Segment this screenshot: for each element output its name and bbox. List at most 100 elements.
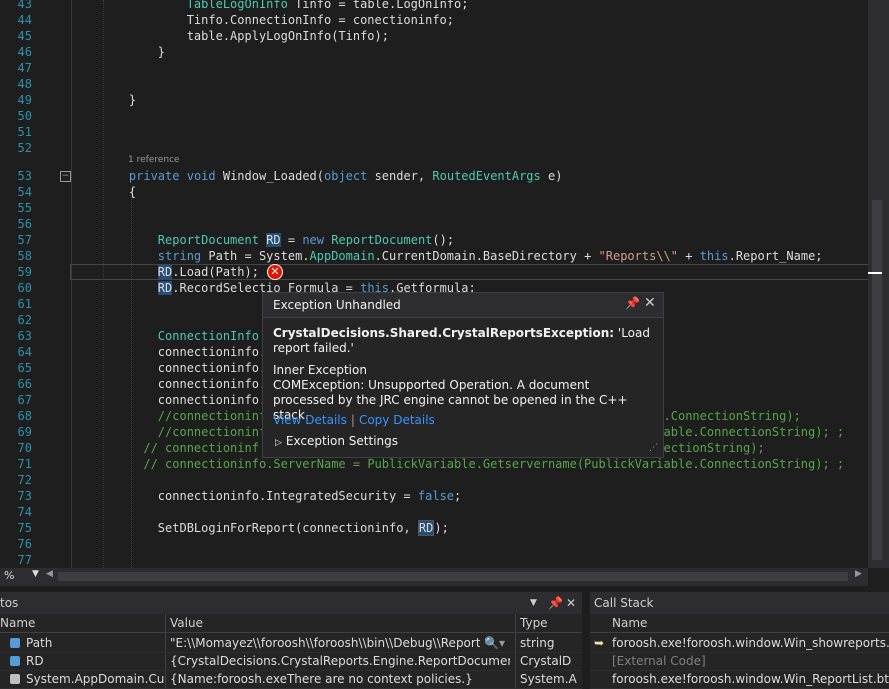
line-number: 52 [17,141,32,155]
code-text[interactable]: // connectioninfo.ServerName = PublickVa… [100,456,844,472]
pin-icon[interactable]: 📌 [625,296,640,310]
code-text[interactable]: connectioninfo.U [100,360,274,376]
row-name: Path [10,634,160,652]
exception-links: View Details | Copy Details [273,413,435,427]
search-icon[interactable]: 🔍▾ [484,634,505,652]
resize-grip-icon[interactable]: ⋰ [649,443,658,453]
close-icon[interactable]: ✕ [644,295,656,311]
collapse-toggle-icon[interactable]: − [60,171,71,182]
code-text[interactable]: connectioninfo.I [100,376,274,392]
table-row[interactable]: Path "E:\\Momayez\\foroosh\\foroosh\\bin… [0,634,582,653]
code-editor[interactable]: − 1 reference 43 TableLogOnInfo Tinfo = … [0,0,868,568]
line-number: 60 [17,281,32,295]
stack-frame: foroosh.exe!foroosh.window.Win_ReportLis… [612,672,889,686]
pin-icon[interactable]: 📌 [548,592,563,614]
outline-margin [71,0,72,568]
exception-type: CrystalDecisions.Shared.CrystalReportsEx… [273,326,615,340]
code-text[interactable]: RD.Load(Path); [100,264,259,280]
row-type: System.A [520,672,577,686]
autos-title: tos [0,596,19,610]
list-item[interactable]: ➥ foroosh.exe!foroosh.window.Win_showrep… [590,634,889,653]
table-row[interactable]: System.AppDomain.Curre {Name:foroosh.exe… [0,670,582,689]
code-text[interactable]: private void Window_Loaded(object sender… [100,168,563,184]
line-number: 74 [17,505,32,519]
list-item[interactable]: [External Code] [590,652,889,671]
chevron-down-icon[interactable]: ▼ [32,569,39,579]
column-header-name[interactable]: Name [0,614,35,632]
row-value[interactable]: {CrystalDecisions.CrystalReports.Engine.… [170,652,510,670]
line-number: 76 [17,537,32,551]
code-text[interactable]: string Path = System.AppDomain.CurrentDo… [100,248,823,264]
zoom-level[interactable]: % [4,569,14,582]
line-number: 43 [17,0,32,11]
line-number: 48 [17,77,32,91]
code-text[interactable]: TableLogOnInfo Tinfo = table.LogOnInfo; [100,0,469,12]
line-number: 69 [17,425,32,439]
scrollbar-caret-marker [868,272,882,274]
line-number: 61 [17,297,32,311]
line-number: 47 [17,61,32,75]
autos-header: Name Value Type [0,614,582,633]
column-header-name[interactable]: Name [612,614,647,632]
line-number: 54 [17,185,32,199]
exception-message: CrystalDecisions.Shared.CrystalReportsEx… [273,326,653,356]
code-text[interactable]: table.ApplyLogOnInfo(Tinfo); [100,28,389,44]
line-number: 65 [17,361,32,375]
row-type: string [520,636,555,650]
scroll-right-icon[interactable]: ▶ [855,569,862,579]
line-number: 46 [17,45,32,59]
vertical-scrollbar-thumb[interactable] [872,200,882,560]
line-number: 70 [17,441,32,455]
close-icon[interactable]: ✕ [566,592,576,614]
code-text[interactable]: connectioninfo.C [100,344,274,360]
table-row[interactable]: RD {CrystalDecisions.CrystalReports.Engi… [0,652,582,671]
callstack-panel: Call Stack Name ➥ foroosh.exe!foroosh.wi… [590,592,889,689]
callstack-title: Call Stack [594,596,654,610]
current-frame-arrow-icon: ➥ [594,636,605,650]
line-number: 55 [17,201,32,215]
codelens-reference-hint[interactable]: 1 reference [128,155,180,165]
line-number: 68 [17,409,32,423]
line-number: 72 [17,473,32,487]
view-details-link[interactable]: View Details [273,413,347,427]
exception-popup: Exception Unhandled 📌 ✕ CrystalDecisions… [262,292,664,458]
exception-settings-expander[interactable]: ▷ Exception Settings [275,434,398,448]
link-separator: | [350,413,355,427]
code-text[interactable]: connectioninfo.IntegratedSecurity = fals… [100,488,461,504]
line-number: 59 [17,265,32,279]
editor-status-strip: % ▼ ◀ ▶ [0,568,868,586]
field-icon [10,638,20,648]
chevron-down-icon[interactable]: ▼ [530,592,537,614]
code-text[interactable]: ConnectionInfo [100,328,259,344]
horizontal-scrollbar[interactable] [58,572,848,581]
scroll-left-icon[interactable]: ◀ [46,569,53,579]
line-number: 77 [17,553,32,567]
code-text[interactable]: } [100,92,136,108]
list-item[interactable]: foroosh.exe!foroosh.window.Win_ReportLis… [590,670,889,689]
column-header-value[interactable]: Value [170,614,203,632]
code-text[interactable]: { [100,184,136,200]
row-value[interactable]: "E:\\Momayez\\foroosh\\foroosh\\bin\\Deb… [170,634,480,652]
code-text[interactable]: } [100,44,165,60]
callstack-header: Name [590,614,889,633]
line-number: 53 [17,169,32,183]
line-number: 66 [17,377,32,391]
field-icon [10,656,20,666]
line-number: 57 [17,233,32,247]
exception-popup-title: Exception Unhandled [273,298,401,312]
line-number: 49 [17,93,32,107]
autos-panel: tos ▼ 📌 ✕ Name Value Type Path "E:\\Moma… [0,592,582,689]
line-number: 51 [17,125,32,139]
code-text[interactable]: ReportDocument RD = new ReportDocument()… [100,232,454,248]
property-icon [10,674,20,684]
line-number: 58 [17,249,32,263]
callstack-titlebar: Call Stack [590,592,889,614]
code-text[interactable]: SetDBLoginForReport(connectioninfo, RD); [100,520,449,536]
copy-details-link[interactable]: Copy Details [359,413,435,427]
line-number: 63 [17,329,32,343]
row-value[interactable]: {Name:foroosh.exeThere are no context po… [170,670,510,688]
code-text[interactable]: Tinfo.ConnectionInfo = conectioninfo; [100,12,454,28]
column-header-type[interactable]: Type [520,614,548,632]
code-text[interactable]: connectioninfo.S [100,392,274,408]
error-icon[interactable]: ✕ [267,264,283,280]
